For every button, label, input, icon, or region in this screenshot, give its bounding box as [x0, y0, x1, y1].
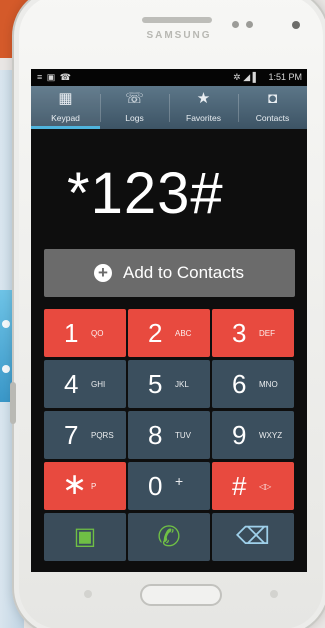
key-digit: 6	[232, 369, 247, 399]
key-digit: 8	[148, 420, 163, 450]
key-4[interactable]: 4 GHI	[44, 360, 126, 408]
key-digit: 0	[148, 471, 163, 501]
key-letters: DEF	[259, 329, 275, 338]
key-letters: ◁▷	[259, 482, 272, 491]
photo-scene: SAMSUNG ≡ ▣ ☎ ✲ ◢ ▌ 1:51 PM ▦ Keypad ☏ L…	[0, 0, 325, 628]
tab-logs[interactable]: ☏ Logs	[100, 86, 169, 129]
recent-apps-key[interactable]	[84, 590, 92, 598]
key-0[interactable]: 0 +	[128, 462, 210, 510]
call-button[interactable]: ✆	[128, 513, 210, 561]
key-letters: +	[175, 473, 184, 489]
key-star[interactable]: ∗ P	[44, 462, 126, 510]
key-9[interactable]: 9 WXYZ	[212, 411, 294, 459]
key-digit: 2	[148, 318, 163, 348]
notification-icons: ≡ ▣ ☎	[37, 72, 72, 82]
home-button[interactable]	[140, 584, 222, 606]
key-8[interactable]: 8 TUV	[128, 411, 210, 459]
proximity-sensor	[232, 21, 239, 28]
backspace-button[interactable]: ⌫	[212, 513, 294, 561]
phone-icon: ✆	[157, 521, 181, 552]
asterisk-icon: ∗	[62, 468, 88, 501]
tab-favorites[interactable]: ★ Favorites	[169, 86, 238, 129]
person-icon: ◘	[267, 90, 278, 107]
key-5[interactable]: 5 JKL	[128, 360, 210, 408]
tab-keypad[interactable]: ▦ Keypad	[31, 86, 100, 129]
earpiece-speaker	[142, 17, 212, 23]
status-bar: ≡ ▣ ☎ ✲ ◢ ▌ 1:51 PM	[31, 69, 307, 86]
key-digit: 9	[232, 420, 247, 450]
tab-label: Favorites	[186, 113, 221, 123]
key-letters: TUV	[175, 431, 191, 440]
keypad-icon: ▦	[58, 90, 73, 107]
key-digit: 7	[64, 420, 79, 450]
key-digit: #	[232, 471, 247, 501]
phone-screen: ≡ ▣ ☎ ✲ ◢ ▌ 1:51 PM ▦ Keypad ☏ Logs ★ Fa…	[31, 69, 307, 572]
key-2[interactable]: 2 ABC	[128, 309, 210, 357]
cube-dot	[2, 320, 10, 328]
key-letters: P	[91, 482, 97, 491]
tab-contacts[interactable]: ◘ Contacts	[238, 86, 307, 129]
video-call-button[interactable]: ▣	[44, 513, 126, 561]
front-camera	[292, 21, 300, 29]
logs-icon: ☏	[125, 90, 144, 107]
key-digit: 4	[64, 369, 79, 399]
key-1[interactable]: 1 QO	[44, 309, 126, 357]
key-letters: QO	[91, 329, 104, 338]
dialer-tab-bar: ▦ Keypad ☏ Logs ★ Favorites ◘ Contacts	[31, 86, 307, 129]
signal-icons: ✲ ◢ ▌	[233, 72, 259, 82]
key-letters: WXYZ	[259, 431, 283, 440]
add-to-contacts-button[interactable]: + Add to Contacts	[44, 249, 295, 297]
dialed-number-display[interactable]: *123#	[31, 154, 307, 234]
key-digit: 5	[148, 369, 163, 399]
key-3[interactable]: 3 DEF	[212, 309, 294, 357]
key-6[interactable]: 6 MNO	[212, 360, 294, 408]
key-letters: ABC	[175, 329, 192, 338]
key-letters: JKL	[175, 380, 189, 389]
key-letters: PQRS	[91, 431, 114, 440]
volume-button[interactable]	[10, 382, 16, 424]
tab-label: Logs	[125, 113, 144, 123]
key-digit: 1	[64, 318, 79, 348]
back-key[interactable]	[270, 590, 278, 598]
key-letters: MNO	[259, 380, 278, 389]
key-hash[interactable]: # ◁▷	[212, 462, 294, 510]
tab-label: Keypad	[51, 113, 80, 123]
add-to-contacts-label: Add to Contacts	[123, 263, 244, 282]
key-7[interactable]: 7 PQRS	[44, 411, 126, 459]
key-letters: GHI	[91, 380, 106, 389]
brand-logo: SAMSUNG	[146, 30, 212, 41]
video-call-icon: ▣	[73, 523, 97, 550]
key-digit: 3	[232, 318, 247, 348]
light-sensor	[246, 21, 253, 28]
plus-circle-icon: +	[94, 264, 112, 282]
status-time: 1:51 PM	[268, 72, 302, 82]
star-icon: ★	[196, 90, 211, 107]
tab-label: Contacts	[255, 113, 290, 123]
cube-dot	[2, 365, 10, 373]
backspace-icon: ⌫	[236, 523, 270, 550]
